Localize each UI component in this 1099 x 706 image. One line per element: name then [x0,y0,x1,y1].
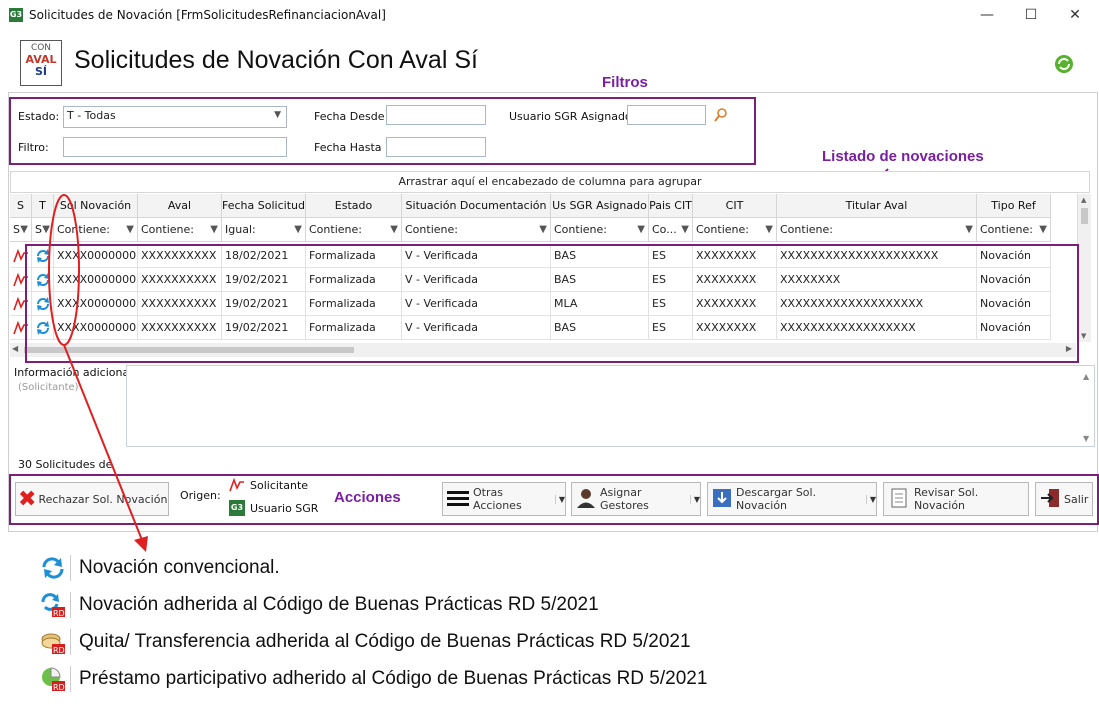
legend-item: RD Quita/ Transferencia adherida al Códig… [40,626,691,658]
refresh-arrows-icon [40,555,71,581]
legend-item: RD Novación adherida al Código de Buenas … [40,589,599,621]
refresh-rd-icon: RD [40,592,71,618]
pie-rd-icon: RD [40,666,71,692]
legend-text: Préstamo participativo adherido al Códig… [79,668,708,689]
legend-text: Quita/ Transferencia adherida al Código … [79,631,691,652]
legend-text: Novación convencional. [79,557,280,578]
svg-text:RD: RD [53,609,65,618]
legend-item: Novación convencional. [40,552,280,584]
icon-legend: Novación convencional. RD Novación adherid… [40,552,1040,702]
legend-text: Novación adherida al Código de Buenas Pr… [79,594,599,615]
coin-rd-icon: RD [40,629,71,655]
svg-text:RD: RD [53,683,65,692]
legend-item: RD Préstamo participativo adherido al Cód… [40,663,707,695]
svg-text:RD: RD [53,646,65,655]
